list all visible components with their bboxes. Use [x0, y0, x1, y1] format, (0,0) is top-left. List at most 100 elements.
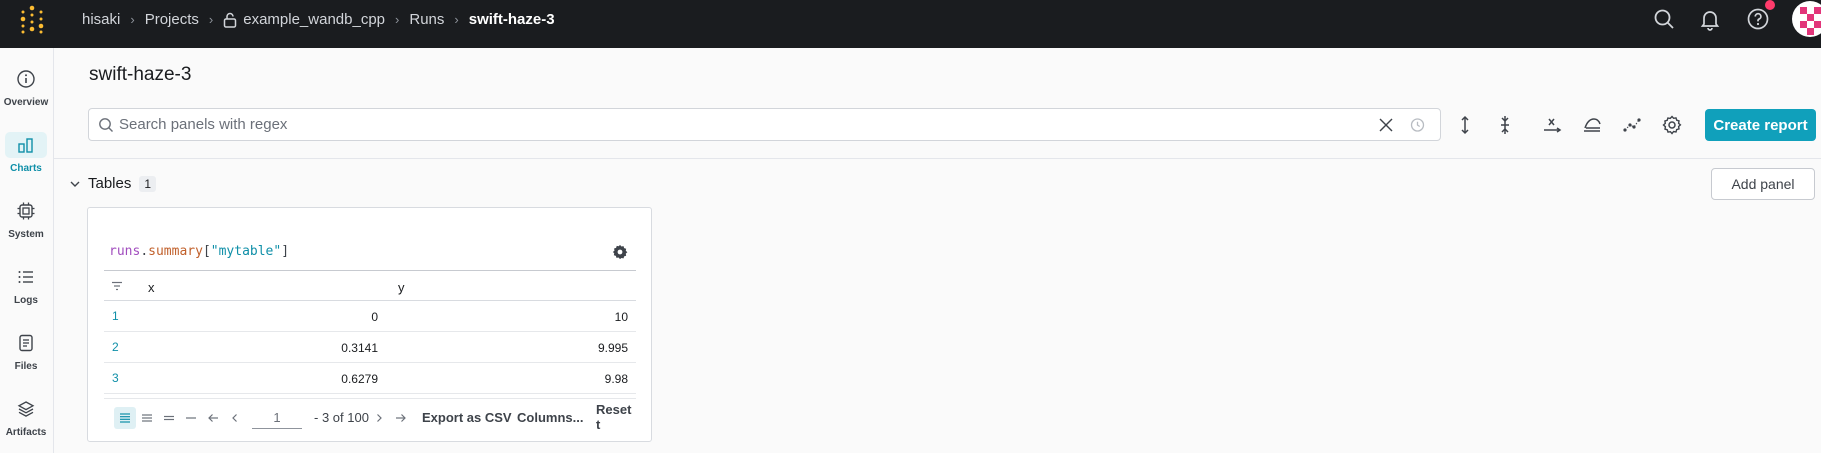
chevron-down-icon[interactable]	[68, 177, 82, 191]
top-bar: hisaki › Projects › example_wandb_cpp › …	[0, 0, 1821, 48]
arrow-left-icon	[208, 414, 218, 422]
density-short-button[interactable]	[158, 407, 180, 429]
row-index[interactable]: 2	[112, 340, 119, 354]
help-icon	[1747, 8, 1769, 30]
density-single-icon	[186, 417, 196, 419]
wandb-logo-icon[interactable]	[18, 5, 48, 35]
export-csv-button[interactable]: Export as CSV	[422, 406, 512, 428]
first-page-button[interactable]	[202, 407, 224, 429]
sidebar-item-overview[interactable]: Overview	[3, 60, 49, 108]
panel-query[interactable]: runs.summary["mytable"]	[109, 244, 289, 259]
table-row: 1 0 10	[104, 301, 636, 332]
x-axis-icon[interactable]	[1540, 113, 1564, 137]
sidebar-item-system[interactable]: System	[3, 192, 49, 240]
next-page-button[interactable]	[368, 407, 390, 429]
table-row: 3 0.6279 9.98	[104, 363, 636, 394]
page-number-input[interactable]	[252, 407, 302, 429]
smoothing-icon[interactable]	[1580, 113, 1604, 137]
cell-y: 10	[614, 310, 628, 324]
chevron-right-icon: ›	[130, 11, 135, 27]
expand-vertical-icon[interactable]	[1453, 113, 1477, 137]
query-dot: .	[140, 244, 149, 259]
chip-icon	[17, 202, 35, 220]
list-icon	[18, 271, 33, 283]
previous-page-button[interactable]	[224, 407, 246, 429]
section-header-tables[interactable]: Tables 1	[68, 175, 157, 192]
search-icon	[99, 118, 113, 132]
query-bracket-close: ]	[281, 244, 290, 259]
sidebar-item-label: Files	[14, 361, 38, 372]
last-page-button[interactable]	[390, 407, 412, 429]
row-index[interactable]: 1	[112, 309, 119, 323]
cell-y: 9.98	[604, 372, 628, 386]
query-string: "mytable"	[210, 244, 282, 259]
sidebar-item-label: System	[8, 229, 44, 240]
sidebar-item-charts[interactable]: Charts	[3, 126, 49, 174]
reset-table-button[interactable]: Reset t	[596, 402, 636, 432]
breadcrumb-run[interactable]: swift-haze-3	[469, 11, 555, 28]
breadcrumb-projects[interactable]: Projects	[145, 11, 199, 28]
arrow-right-icon	[396, 414, 406, 422]
sidebar-item-label: Logs	[14, 295, 38, 306]
breadcrumb-project[interactable]: example_wandb_cpp	[243, 11, 385, 28]
add-panel-button[interactable]: Add panel	[1711, 168, 1815, 200]
settings-gear-icon[interactable]	[1660, 113, 1684, 137]
page-title: swift-haze-3	[89, 64, 192, 85]
section-title: Tables	[88, 175, 132, 192]
left-sidebar: Overview Charts System Logs Files Artifa…	[0, 48, 54, 453]
breadcrumb: hisaki › Projects › example_wandb_cpp › …	[82, 0, 555, 38]
sidebar-item-label: Overview	[3, 97, 49, 108]
breadcrumb-entity[interactable]: hisaki	[82, 11, 120, 28]
density-medium-icon	[142, 414, 152, 422]
outliers-icon[interactable]	[1620, 113, 1644, 137]
history-icon[interactable]	[1409, 117, 1425, 133]
data-table: x y 1 0 10 2 0.3141 9.995 3 0.6279 9.98	[104, 270, 636, 394]
cell-y: 9.995	[597, 341, 628, 355]
sidebar-item-files[interactable]: Files	[3, 324, 49, 372]
table-header: x y	[104, 270, 636, 301]
file-icon	[19, 334, 33, 352]
table-row: 2 0.3141 9.995	[104, 332, 636, 363]
panel-settings-gear-icon[interactable]	[611, 243, 629, 261]
filter-icon[interactable]	[111, 281, 123, 291]
search-icon	[1654, 9, 1674, 29]
cell-x: 0	[371, 310, 378, 324]
column-header-x[interactable]: x	[148, 280, 155, 295]
avatar[interactable]	[1792, 1, 1821, 37]
search-button[interactable]	[1652, 0, 1676, 38]
create-report-button[interactable]: Create report	[1705, 109, 1816, 141]
info-icon	[17, 70, 35, 88]
lock-icon	[223, 12, 237, 28]
column-header-y[interactable]: y	[398, 280, 405, 295]
density-single-button[interactable]	[180, 407, 202, 429]
bell-icon	[1700, 11, 1720, 31]
notifications-button[interactable]	[1698, 0, 1722, 38]
query-property: summary	[148, 244, 203, 259]
chevron-right-icon: ›	[454, 11, 459, 27]
breadcrumb-runs[interactable]: Runs	[409, 11, 444, 28]
cell-x: 0.3141	[341, 341, 378, 355]
density-short-icon	[164, 415, 174, 421]
query-object: runs	[109, 244, 141, 259]
cell-x: 0.6279	[341, 372, 378, 386]
sidebar-item-label: Artifacts	[5, 427, 47, 438]
query-bracket-open: [	[202, 244, 211, 259]
density-medium-button[interactable]	[136, 407, 158, 429]
search-input[interactable]	[119, 109, 1379, 140]
collapse-vertical-icon[interactable]	[1493, 113, 1517, 137]
chevron-left-icon	[232, 414, 237, 422]
density-tall-button[interactable]	[114, 407, 136, 429]
chevron-right-icon: ›	[395, 11, 400, 27]
section-count-badge: 1	[139, 175, 157, 192]
sidebar-item-logs[interactable]: Logs	[3, 258, 49, 306]
columns-button[interactable]: Columns...	[517, 406, 583, 428]
sidebar-item-label: Charts	[10, 163, 42, 174]
table-pagination: - 3 of 100 Export as CSV Columns... Rese…	[104, 398, 636, 434]
sidebar-item-artifacts[interactable]: Artifacts	[3, 390, 49, 438]
chevron-right-icon	[377, 414, 382, 422]
clear-search-icon[interactable]	[1379, 118, 1393, 132]
chevron-right-icon: ›	[208, 11, 214, 27]
row-index[interactable]: 3	[112, 371, 119, 385]
density-tall-icon	[120, 413, 130, 423]
divider	[54, 158, 1821, 159]
